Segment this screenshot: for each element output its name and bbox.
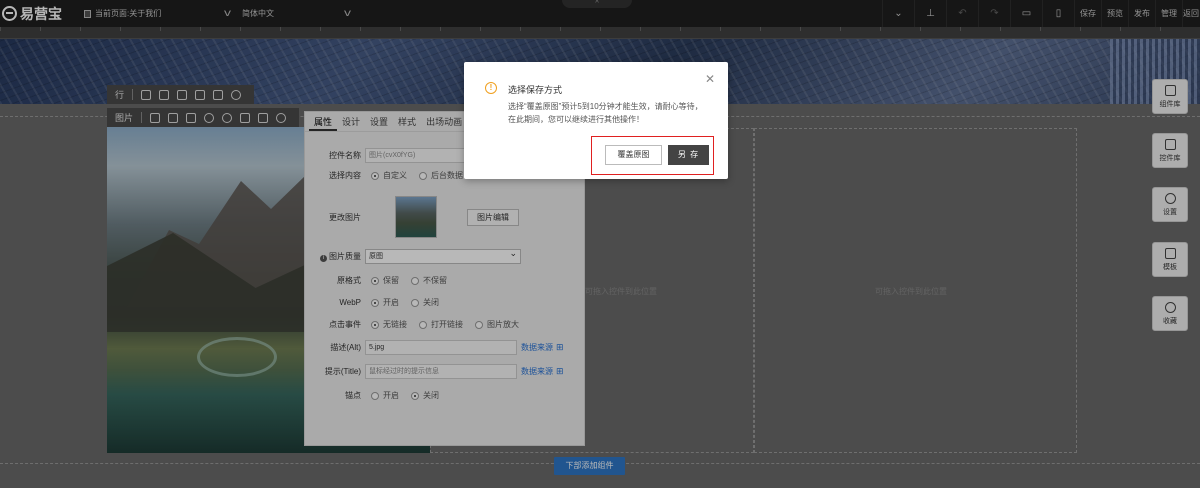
- warning-icon: !: [485, 82, 497, 94]
- save-as-button[interactable]: 另 存: [668, 145, 709, 165]
- close-icon[interactable]: ✕: [705, 72, 715, 86]
- dialog-title: 选择保存方式: [508, 85, 563, 95]
- save-method-dialog: ! 选择保存方式 ✕ 选择“覆盖原图”预计5到10分钟才能生效，请耐心等待，在此…: [464, 62, 728, 179]
- dialog-message: 选择“覆盖原图”预计5到10分钟才能生效，请耐心等待，在此期间，您可以继续进行其…: [508, 102, 703, 124]
- overwrite-original-button[interactable]: 覆盖原图: [605, 145, 662, 165]
